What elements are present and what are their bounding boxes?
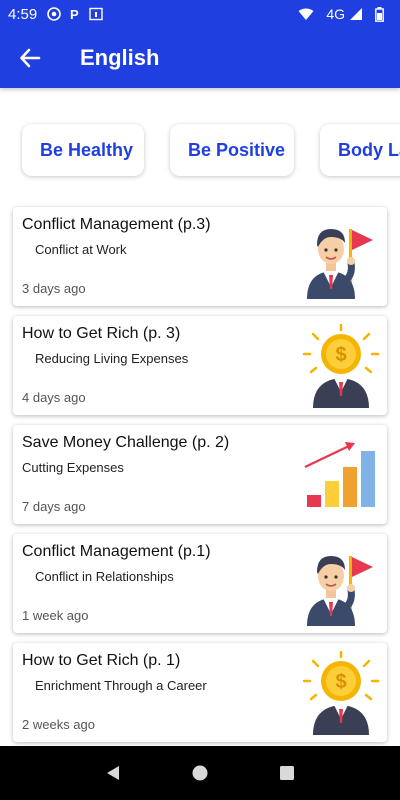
card-timestamp: 3 days ago (22, 281, 86, 296)
card-subtitle: Enrichment Through a Career (35, 678, 207, 693)
card-timestamp: 4 days ago (22, 390, 86, 405)
system-nav-bar (0, 746, 400, 800)
page-title: English (80, 45, 160, 70)
arrow-left-icon (20, 48, 41, 68)
network-type: 4G (326, 6, 345, 22)
growth-bar-chart-icon (301, 433, 381, 517)
lesson-card[interactable]: Conflict Management (p.3) Conflict at Wo… (13, 207, 387, 306)
businessman-flag-icon (301, 542, 381, 626)
card-subtitle: Conflict at Work (35, 242, 127, 257)
chrome-icon (47, 7, 62, 21)
card-title: Save Money Challenge (p. 2) (22, 434, 230, 451)
coin-head-businessman-icon (301, 651, 381, 735)
calendar-icon (89, 7, 103, 21)
battery-icon (375, 6, 384, 22)
lesson-card[interactable]: How to Get Rich (p. 3) Reducing Living E… (13, 316, 387, 415)
card-title: Conflict Management (p.3) (22, 216, 211, 233)
businessman-flag-icon (301, 215, 381, 299)
card-subtitle: Conflict in Relationships (35, 569, 174, 584)
card-subtitle: Reducing Living Expenses (35, 351, 189, 366)
card-timestamp: 7 days ago (22, 499, 86, 514)
status-time: 4:59 (8, 5, 38, 23)
circle-home-icon (192, 765, 208, 781)
nav-recents-button[interactable] (267, 753, 307, 793)
nav-home-button[interactable] (180, 753, 220, 793)
chip-be-positive[interactable]: Be Positive (170, 124, 294, 176)
card-title: How to Get Rich (p. 1) (22, 652, 181, 669)
category-chip-row[interactable]: Be Healthy Be Positive Body La (0, 118, 400, 184)
card-timestamp: 2 weeks ago (22, 717, 95, 732)
parking-icon: P (69, 7, 81, 21)
coin-head-businessman-icon (301, 324, 381, 408)
lesson-card[interactable]: How to Get Rich (p. 1) Enrichment Throug… (13, 643, 387, 742)
card-title: How to Get Rich (p. 3) (22, 325, 181, 342)
app-bar: English (0, 28, 400, 88)
card-timestamp: 1 week ago (22, 608, 89, 623)
lesson-card[interactable]: Conflict Management (p.1) Conflict in Re… (13, 534, 387, 633)
status-bar: 4:59 P 4G (0, 0, 400, 28)
card-title: Conflict Management (p.1) (22, 543, 211, 560)
chip-be-healthy[interactable]: Be Healthy (22, 124, 144, 176)
wifi-icon (298, 8, 314, 21)
chip-body-language[interactable]: Body La (320, 124, 400, 176)
signal-icon (349, 7, 363, 21)
triangle-back-icon (107, 766, 120, 780)
nav-back-button[interactable] (93, 753, 133, 793)
card-subtitle: Cutting Expenses (22, 460, 124, 475)
svg-text:P: P (70, 7, 79, 21)
square-recents-icon (279, 766, 294, 780)
back-button[interactable] (0, 28, 60, 88)
lesson-card[interactable]: Save Money Challenge (p. 2) Cutting Expe… (13, 425, 387, 524)
